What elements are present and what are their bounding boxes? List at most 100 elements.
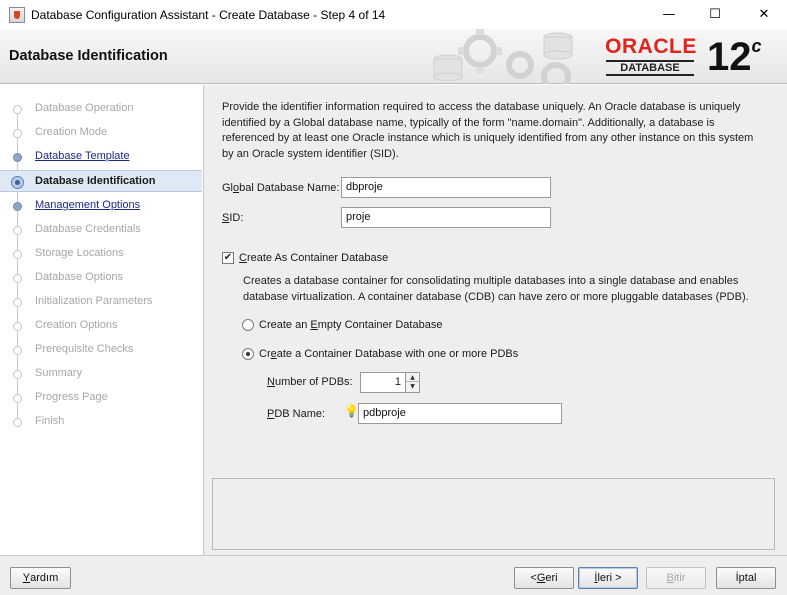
- nav-step-label: Storage Locations: [35, 247, 124, 259]
- oracle-logo: ORACLE DATABASE: [598, 35, 704, 77]
- nav-step-label: Database Operation: [35, 102, 134, 114]
- num-pdbs-value[interactable]: 1: [395, 376, 401, 388]
- nav-step-label: Database Options: [35, 271, 124, 283]
- nav-step-management-options[interactable]: Management Options: [0, 195, 202, 217]
- container-with-pdbs-radio[interactable]: [242, 348, 254, 360]
- nav-step-label: Creation Mode: [35, 126, 108, 138]
- label-part: mpty Container Database: [317, 319, 443, 331]
- nav-step-label: Creation Options: [35, 319, 118, 331]
- num-pdbs-label: Number of PDBs:: [267, 376, 353, 388]
- help-button[interactable]: Yardım: [10, 567, 71, 589]
- nav-step-label: Initialization Parameters: [35, 295, 153, 307]
- nav-step-initialization-parameters: Initialization Parameters: [0, 291, 202, 313]
- header-banner: Database Identification ORACLE DATABASE …: [0, 29, 787, 84]
- version-number: 12: [707, 35, 752, 79]
- step-dot-icon: [13, 202, 22, 211]
- nav-step-summary: Summary: [0, 363, 202, 385]
- version-suffix: c: [751, 36, 762, 56]
- nav-step-prerequisite-checks: Prerequisite Checks: [0, 339, 202, 361]
- nav-step-label: Progress Page: [35, 391, 108, 403]
- step-dot-icon: [13, 105, 22, 114]
- oracle-database-label: DATABASE: [606, 60, 694, 76]
- nav-step-database-operation: Database Operation: [0, 98, 202, 120]
- step-dot-icon: [13, 274, 22, 283]
- empty-container-radio[interactable]: [242, 319, 254, 331]
- message-area: [212, 478, 775, 550]
- nav-step-label[interactable]: Database Template: [35, 150, 130, 162]
- nav-step-label: Summary: [35, 367, 83, 379]
- step-dot-icon: [13, 153, 22, 162]
- global-db-name-label: Global Database Name:: [222, 182, 339, 194]
- empty-container-label[interactable]: Create an Empty Container Database: [259, 319, 442, 331]
- container-with-pdbs-label[interactable]: Create a Container Database with one or …: [259, 348, 518, 360]
- cancel-button[interactable]: İptal: [716, 567, 776, 589]
- nav-step-label[interactable]: Management Options: [35, 199, 140, 211]
- label-part: ID:: [229, 212, 244, 224]
- button-label: eri: [545, 572, 558, 584]
- nav-step-creation-mode: Creation Mode: [0, 122, 202, 144]
- next-button[interactable]: İleri >: [578, 567, 638, 589]
- content-panel: Provide the identifier information requi…: [203, 85, 787, 555]
- lightbulb-hint-icon[interactable]: 💡: [344, 404, 359, 418]
- pdb-name-input[interactable]: pdbproje: [358, 403, 562, 424]
- global-db-name-input[interactable]: dbproje: [341, 177, 551, 198]
- mnemonic-key: E: [310, 319, 318, 331]
- mnemonic-key: N: [267, 376, 275, 388]
- nav-step-database-options: Database Options: [0, 267, 202, 289]
- step-dot-icon: [13, 370, 22, 379]
- window-title: Database Configuration Assistant - Creat…: [31, 7, 386, 22]
- close-button[interactable]: ✕: [741, 0, 787, 29]
- create-container-checkbox[interactable]: ✔: [222, 252, 234, 264]
- nav-step-database-identification[interactable]: Database Identification: [0, 170, 202, 192]
- current-step-icon: [11, 176, 24, 189]
- spin-up-arrow-icon[interactable]: ▲: [406, 373, 419, 382]
- step-dot-icon: [13, 226, 22, 235]
- identification-description: Provide the identifier information requi…: [222, 101, 754, 160]
- label-part: umber of PDBs:: [274, 376, 353, 388]
- step-dot-icon: [13, 250, 22, 259]
- nav-step-label: Finish: [35, 415, 65, 427]
- page-title: Database Identification: [9, 48, 168, 64]
- mnemonic-key: B: [666, 572, 674, 584]
- oracle-version: 12c: [707, 37, 762, 77]
- window-title-bar[interactable]: Database Configuration Assistant - Creat…: [0, 0, 787, 29]
- nav-step-database-template[interactable]: Database Template: [0, 146, 202, 168]
- nav-step-label: Database Identification: [35, 175, 156, 187]
- step-dot-icon: [13, 298, 22, 307]
- label-part: Cr: [259, 348, 271, 360]
- finish-button[interactable]: Bitir: [646, 567, 706, 589]
- container-description: Creates a database container for consoli…: [243, 275, 749, 303]
- num-pdbs-spinner[interactable]: 1 ▲ ▼: [360, 372, 420, 393]
- nav-step-progress-page: Progress Page: [0, 387, 202, 409]
- step-dot-icon: [13, 394, 22, 403]
- button-label: itir: [673, 572, 686, 584]
- step-dot-icon: [13, 322, 22, 331]
- create-container-label[interactable]: Create As Container Database: [239, 252, 388, 264]
- sid-label: SID:: [222, 212, 243, 224]
- gears-database-decoration-icon: [433, 29, 573, 84]
- back-button[interactable]: < Geri: [514, 567, 574, 589]
- nav-step-label: Database Credentials: [35, 223, 141, 235]
- spin-down-arrow-icon[interactable]: ▼: [406, 382, 419, 391]
- mnemonic-key: C: [239, 252, 247, 264]
- oracle-wordmark: ORACLE: [605, 35, 697, 58]
- minimize-button[interactable]: —: [646, 0, 692, 29]
- label-part: Gl: [222, 182, 233, 194]
- nav-step-label: Prerequisite Checks: [35, 343, 134, 355]
- label-part: bal Database Name:: [239, 182, 340, 194]
- label-part: DB Name:: [274, 408, 326, 420]
- checkmark-icon: ✔: [223, 252, 233, 263]
- step-dot-icon: [13, 418, 22, 427]
- wizard-footer: Yardım < Geri İleri > Bitir İptal: [0, 555, 787, 595]
- nav-step-database-credentials: Database Credentials: [0, 219, 202, 241]
- sid-input[interactable]: proje: [341, 207, 551, 228]
- label-part: ate a Container Database with one or mor…: [276, 348, 519, 360]
- mnemonic-key: Y: [22, 572, 31, 584]
- step-dot-icon: [13, 346, 22, 355]
- label-part: reate As Container Database: [246, 252, 389, 264]
- button-label: ardım: [30, 572, 59, 584]
- step-dot-icon: [13, 129, 22, 138]
- steps-navigation: Database Operation Creation Mode Databas…: [0, 85, 202, 555]
- nav-step-finish: Finish: [0, 411, 202, 433]
- maximize-button[interactable]: ☐: [692, 0, 738, 29]
